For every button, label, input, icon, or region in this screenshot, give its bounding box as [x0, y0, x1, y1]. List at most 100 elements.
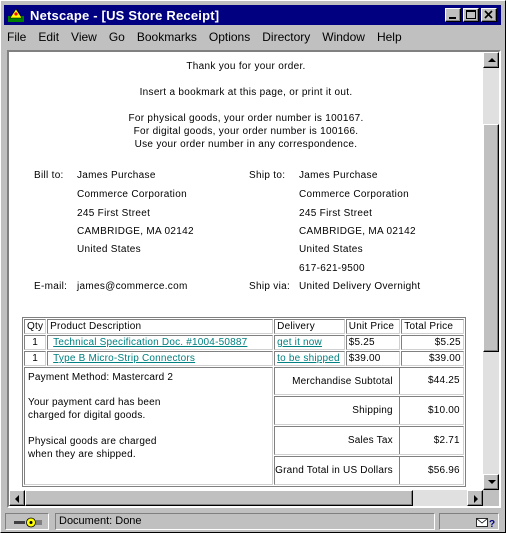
tax-value: $2.71 — [398, 427, 463, 454]
subtotal-value: $44.25 — [398, 368, 463, 394]
bookmark-instruction: Insert a bookmark at this page, or print… — [139, 87, 353, 98]
menu-options[interactable]: Options — [209, 30, 250, 44]
browser-window: Netscape - [US Store Receipt] File Edit … — [0, 0, 506, 533]
bill-to-label: Bill to: — [34, 170, 64, 181]
email-label: E-mail: — [34, 281, 68, 292]
product-link[interactable]: Technical Specification Doc. #1004-50887 — [53, 337, 247, 348]
vertical-scroll-thumb[interactable] — [483, 124, 499, 352]
table-header-row: Qty Product Description Delivery Unit Pr… — [24, 319, 464, 334]
col-total-price: Total Price — [401, 319, 464, 334]
get-it-now-link[interactable]: get it now — [277, 337, 322, 348]
ship-to-label: Ship to: — [249, 170, 286, 181]
menu-bookmarks[interactable]: Bookmarks — [137, 30, 197, 44]
left-arrow-icon — [15, 495, 19, 503]
status-bar: Document: Done ? — [5, 511, 503, 531]
payment-method: Payment Method: Mastercard 2 — [28, 372, 174, 383]
col-unit-price: Unit Price — [345, 319, 401, 334]
col-description: Product Description — [47, 319, 274, 334]
menu-window[interactable]: Window — [322, 30, 365, 44]
correspondence-note: Use your order number in any corresponde… — [134, 139, 358, 150]
payment-info-cell: Payment Method: Mastercard 2 Your paymen… — [24, 367, 274, 485]
grand-total-label: Grand Total in US Dollars — [275, 465, 393, 476]
subtotal-cell: Merchandise Subtotal $44.25 — [274, 367, 464, 395]
digital-charge-note: Your payment card has been charged for d… — [28, 397, 161, 421]
status-message-panel: Document: Done — [55, 512, 435, 530]
digital-order-number: For digital goods, your order number is … — [133, 126, 359, 137]
row-unit-price: $39.00 — [345, 351, 401, 366]
physical-charge-note: Physical goods are charged when they are… — [28, 436, 157, 460]
horizontal-scroll-thumb[interactable] — [25, 490, 413, 506]
menu-bar: File Edit View Go Bookmarks Options Dire… — [7, 27, 414, 47]
scroll-up-button[interactable] — [483, 52, 499, 68]
col-qty: Qty — [24, 319, 47, 334]
title-bar[interactable]: Netscape - [US Store Receipt] — [4, 5, 501, 25]
netscape-icon — [7, 7, 25, 23]
page-viewport: Thank you for your order. Insert a bookm… — [9, 52, 483, 490]
bill-to-street: 245 First Street — [77, 208, 151, 219]
col-delivery: Delivery — [274, 319, 345, 334]
shipping-label: Shipping — [352, 405, 393, 416]
row-unit-price: $5.25 — [345, 335, 401, 350]
row-qty: 1 — [24, 351, 47, 366]
tax-label: Sales Tax — [347, 435, 393, 446]
ship-to-company: Commerce Corporation — [299, 189, 409, 200]
security-panel[interactable] — [5, 512, 49, 531]
grand-total-cell: Grand Total in US Dollars $56.96 — [274, 456, 464, 485]
bill-to-name: James Purchase — [77, 170, 156, 181]
status-text: Document: Done — [59, 514, 142, 527]
ship-to-country: United States — [299, 244, 363, 255]
mail-icon[interactable]: ? — [476, 517, 496, 531]
receipt-table: Qty Product Description Delivery Unit Pr… — [22, 317, 466, 487]
thank-you-text: Thank you for your order. — [186, 61, 306, 72]
ship-to-city: CAMBRIDGE, MA 02142 — [299, 226, 416, 237]
menu-edit[interactable]: Edit — [38, 30, 59, 44]
close-button[interactable] — [481, 8, 497, 22]
menu-help[interactable]: Help — [377, 30, 402, 44]
maximize-button[interactable] — [463, 8, 479, 22]
summary-row-subtotal: Payment Method: Mastercard 2 Your paymen… — [24, 367, 464, 485]
row-description: Type B Micro-Strip Connectors — [47, 351, 274, 366]
content-frame: Thank you for your order. Insert a bookm… — [7, 50, 501, 508]
up-arrow-icon — [488, 58, 496, 62]
security-key-icon — [12, 516, 44, 531]
ship-via-label: Ship via: — [249, 281, 291, 292]
row-description: Technical Specification Doc. #1004-50887 — [47, 335, 274, 350]
shipping-value: $10.00 — [398, 397, 463, 424]
scroll-right-button[interactable] — [467, 490, 483, 506]
row-delivery: to be shipped — [274, 351, 345, 366]
scroll-left-button[interactable] — [9, 490, 25, 506]
bill-to-company: Commerce Corporation — [77, 189, 187, 200]
mail-panel[interactable]: ? — [439, 512, 499, 531]
row-qty: 1 — [24, 335, 47, 350]
ship-to-street: 245 First Street — [299, 208, 373, 219]
menu-go[interactable]: Go — [109, 30, 125, 44]
to-be-shipped-link[interactable]: to be shipped — [277, 353, 340, 364]
physical-order-number: For physical goods, your order number is… — [128, 113, 364, 124]
row-delivery: get it now — [274, 335, 345, 350]
email-value: james@commerce.com — [77, 281, 188, 292]
menu-view[interactable]: View — [71, 30, 97, 44]
row-total-price: $5.25 — [401, 335, 464, 350]
grand-total-value: $56.96 — [398, 457, 463, 484]
shipping-cell: Shipping $10.00 — [274, 396, 464, 425]
menu-directory[interactable]: Directory — [262, 30, 310, 44]
product-link[interactable]: Type B Micro-Strip Connectors — [53, 353, 195, 364]
down-arrow-icon — [488, 480, 496, 484]
table-row: 1 Technical Specification Doc. #1004-508… — [24, 335, 464, 350]
ship-to-name: James Purchase — [299, 170, 378, 181]
tax-cell: Sales Tax $2.71 — [274, 426, 464, 455]
scroll-down-button[interactable] — [483, 474, 499, 490]
bill-to-country: United States — [77, 244, 141, 255]
horizontal-scrollbar[interactable] — [9, 490, 483, 506]
ship-via-value: United Delivery Overnight — [299, 281, 421, 292]
minimize-button[interactable] — [445, 8, 461, 22]
menu-file[interactable]: File — [7, 30, 26, 44]
right-arrow-icon — [474, 495, 478, 503]
window-title: Netscape - [US Store Receipt] — [30, 7, 220, 23]
vertical-scrollbar[interactable] — [483, 52, 499, 490]
scroll-corner — [483, 490, 499, 506]
ship-to-phone: 617-621-9500 — [299, 263, 365, 274]
subtotal-label: Merchandise Subtotal — [292, 375, 393, 387]
svg-text:?: ? — [489, 519, 495, 528]
bill-to-city: CAMBRIDGE, MA 02142 — [77, 226, 194, 237]
